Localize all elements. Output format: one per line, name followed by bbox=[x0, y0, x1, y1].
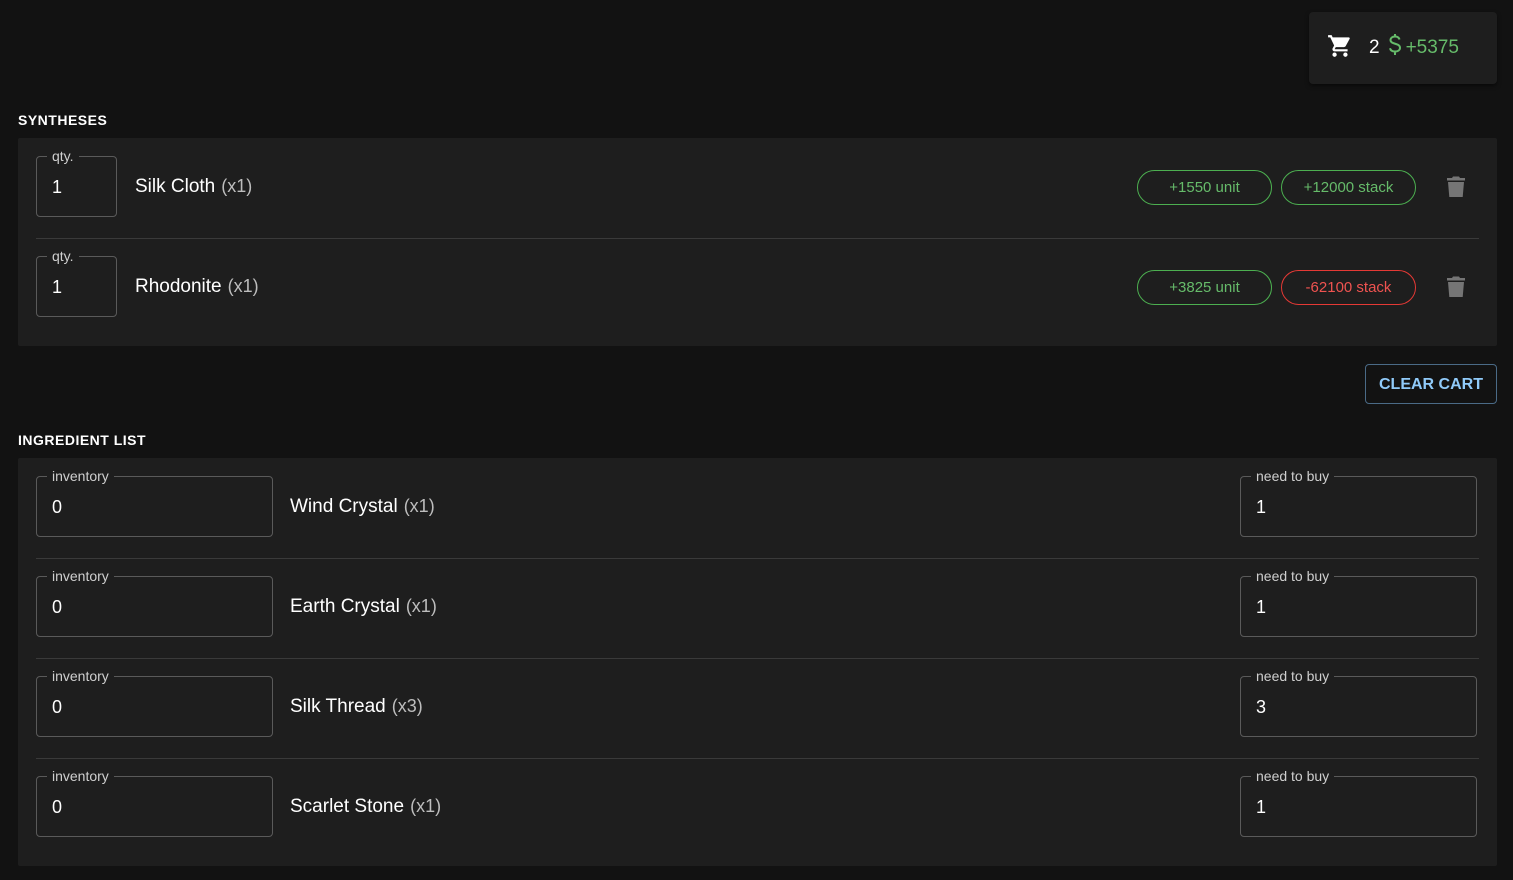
ingredient-row: inventory 0 Scarlet Stone (x1) need to bu… bbox=[36, 758, 1479, 858]
item-multiplier: (x3) bbox=[391, 696, 423, 716]
ingredient-list-title: INGREDIENT LIST bbox=[18, 432, 147, 448]
dollar-icon bbox=[1388, 33, 1406, 63]
item-name: Silk Cloth bbox=[135, 176, 216, 197]
need-label: need to buy bbox=[1251, 567, 1335, 585]
qty-label: qty. bbox=[47, 247, 79, 265]
need-value: 1 bbox=[1256, 797, 1267, 817]
inventory-input[interactable]: inventory 0 bbox=[36, 767, 273, 837]
inventory-value: 0 bbox=[52, 797, 63, 817]
ingredient-name: Earth Crystal (x1) bbox=[290, 596, 437, 618]
item-multiplier: (x1) bbox=[227, 276, 259, 296]
profit-value: +5375 bbox=[1405, 37, 1459, 58]
delete-button[interactable] bbox=[1446, 276, 1466, 303]
item-multiplier: (x1) bbox=[405, 596, 437, 616]
need-value: 1 bbox=[1256, 497, 1267, 517]
item-name: Wind Crystal bbox=[290, 496, 398, 517]
stack-profit-chip: -62100 stack bbox=[1281, 270, 1416, 305]
item-name: Earth Crystal bbox=[290, 596, 400, 617]
trash-icon bbox=[1446, 176, 1466, 202]
ingredient-row: inventory 0 Silk Thread (x3) need to buy … bbox=[36, 658, 1479, 759]
qty-input[interactable]: qty. 1 bbox=[36, 247, 117, 317]
item-multiplier: (x1) bbox=[221, 176, 253, 196]
synthesis-name: Rhodonite (x1) bbox=[135, 276, 259, 298]
ingredient-panel: inventory 0 Wind Crystal (x1) need to buy… bbox=[18, 458, 1497, 866]
ingredient-name: Wind Crystal (x1) bbox=[290, 496, 435, 518]
qty-value: 1 bbox=[52, 277, 63, 297]
stack-profit-chip: +12000 stack bbox=[1281, 170, 1416, 205]
need-to-buy-input[interactable]: need to buy 1 bbox=[1240, 567, 1477, 637]
need-label: need to buy bbox=[1251, 667, 1335, 685]
synthesis-row: qty. 1 Silk Cloth (x1) +1550 unit +12000 … bbox=[36, 138, 1479, 239]
unit-profit-chip: +1550 unit bbox=[1137, 170, 1272, 205]
synthesis-row: qty. 1 Rhodonite (x1) +3825 unit -62100 s… bbox=[36, 238, 1479, 338]
ingredient-name: Scarlet Stone (x1) bbox=[290, 796, 441, 818]
total-profit: +5375 bbox=[1388, 33, 1459, 63]
trash-icon bbox=[1446, 276, 1466, 302]
ingredient-row: inventory 0 Earth Crystal (x1) need to bu… bbox=[36, 558, 1479, 659]
need-to-buy-input[interactable]: need to buy 3 bbox=[1240, 667, 1477, 737]
inventory-label: inventory bbox=[47, 767, 114, 785]
inventory-value: 0 bbox=[52, 697, 63, 717]
need-value: 1 bbox=[1256, 597, 1267, 617]
inventory-label: inventory bbox=[47, 667, 114, 685]
ingredient-name: Silk Thread (x3) bbox=[290, 696, 423, 718]
cart-count: 2 bbox=[1369, 37, 1380, 58]
item-name: Rhodonite bbox=[135, 276, 222, 297]
inventory-input[interactable]: inventory 0 bbox=[36, 467, 273, 537]
inventory-label: inventory bbox=[47, 567, 114, 585]
cart-summary: 2 +5375 bbox=[1309, 12, 1497, 84]
need-to-buy-input[interactable]: need to buy 1 bbox=[1240, 467, 1477, 537]
inventory-value: 0 bbox=[52, 597, 63, 617]
inventory-label: inventory bbox=[47, 467, 114, 485]
item-name: Silk Thread bbox=[290, 696, 386, 717]
item-name: Scarlet Stone bbox=[290, 796, 405, 817]
qty-label: qty. bbox=[47, 147, 79, 165]
need-value: 3 bbox=[1256, 697, 1267, 717]
qty-value: 1 bbox=[52, 177, 63, 197]
inventory-input[interactable]: inventory 0 bbox=[36, 567, 273, 637]
need-label: need to buy bbox=[1251, 467, 1335, 485]
item-multiplier: (x1) bbox=[403, 496, 435, 516]
clear-cart-button[interactable]: CLEAR CART bbox=[1365, 364, 1497, 404]
item-multiplier: (x1) bbox=[410, 796, 442, 816]
syntheses-panel: qty. 1 Silk Cloth (x1) +1550 unit +12000 … bbox=[18, 138, 1497, 346]
qty-input[interactable]: qty. 1 bbox=[36, 147, 117, 217]
syntheses-title: SYNTHESES bbox=[18, 112, 108, 128]
synthesis-name: Silk Cloth (x1) bbox=[135, 176, 252, 198]
unit-profit-chip: +3825 unit bbox=[1137, 270, 1272, 305]
inventory-input[interactable]: inventory 0 bbox=[36, 667, 273, 737]
inventory-value: 0 bbox=[52, 497, 63, 517]
cart-icon bbox=[1327, 33, 1353, 64]
delete-button[interactable] bbox=[1446, 176, 1466, 203]
ingredient-row: inventory 0 Wind Crystal (x1) need to buy… bbox=[36, 458, 1479, 559]
need-to-buy-input[interactable]: need to buy 1 bbox=[1240, 767, 1477, 837]
need-label: need to buy bbox=[1251, 767, 1335, 785]
